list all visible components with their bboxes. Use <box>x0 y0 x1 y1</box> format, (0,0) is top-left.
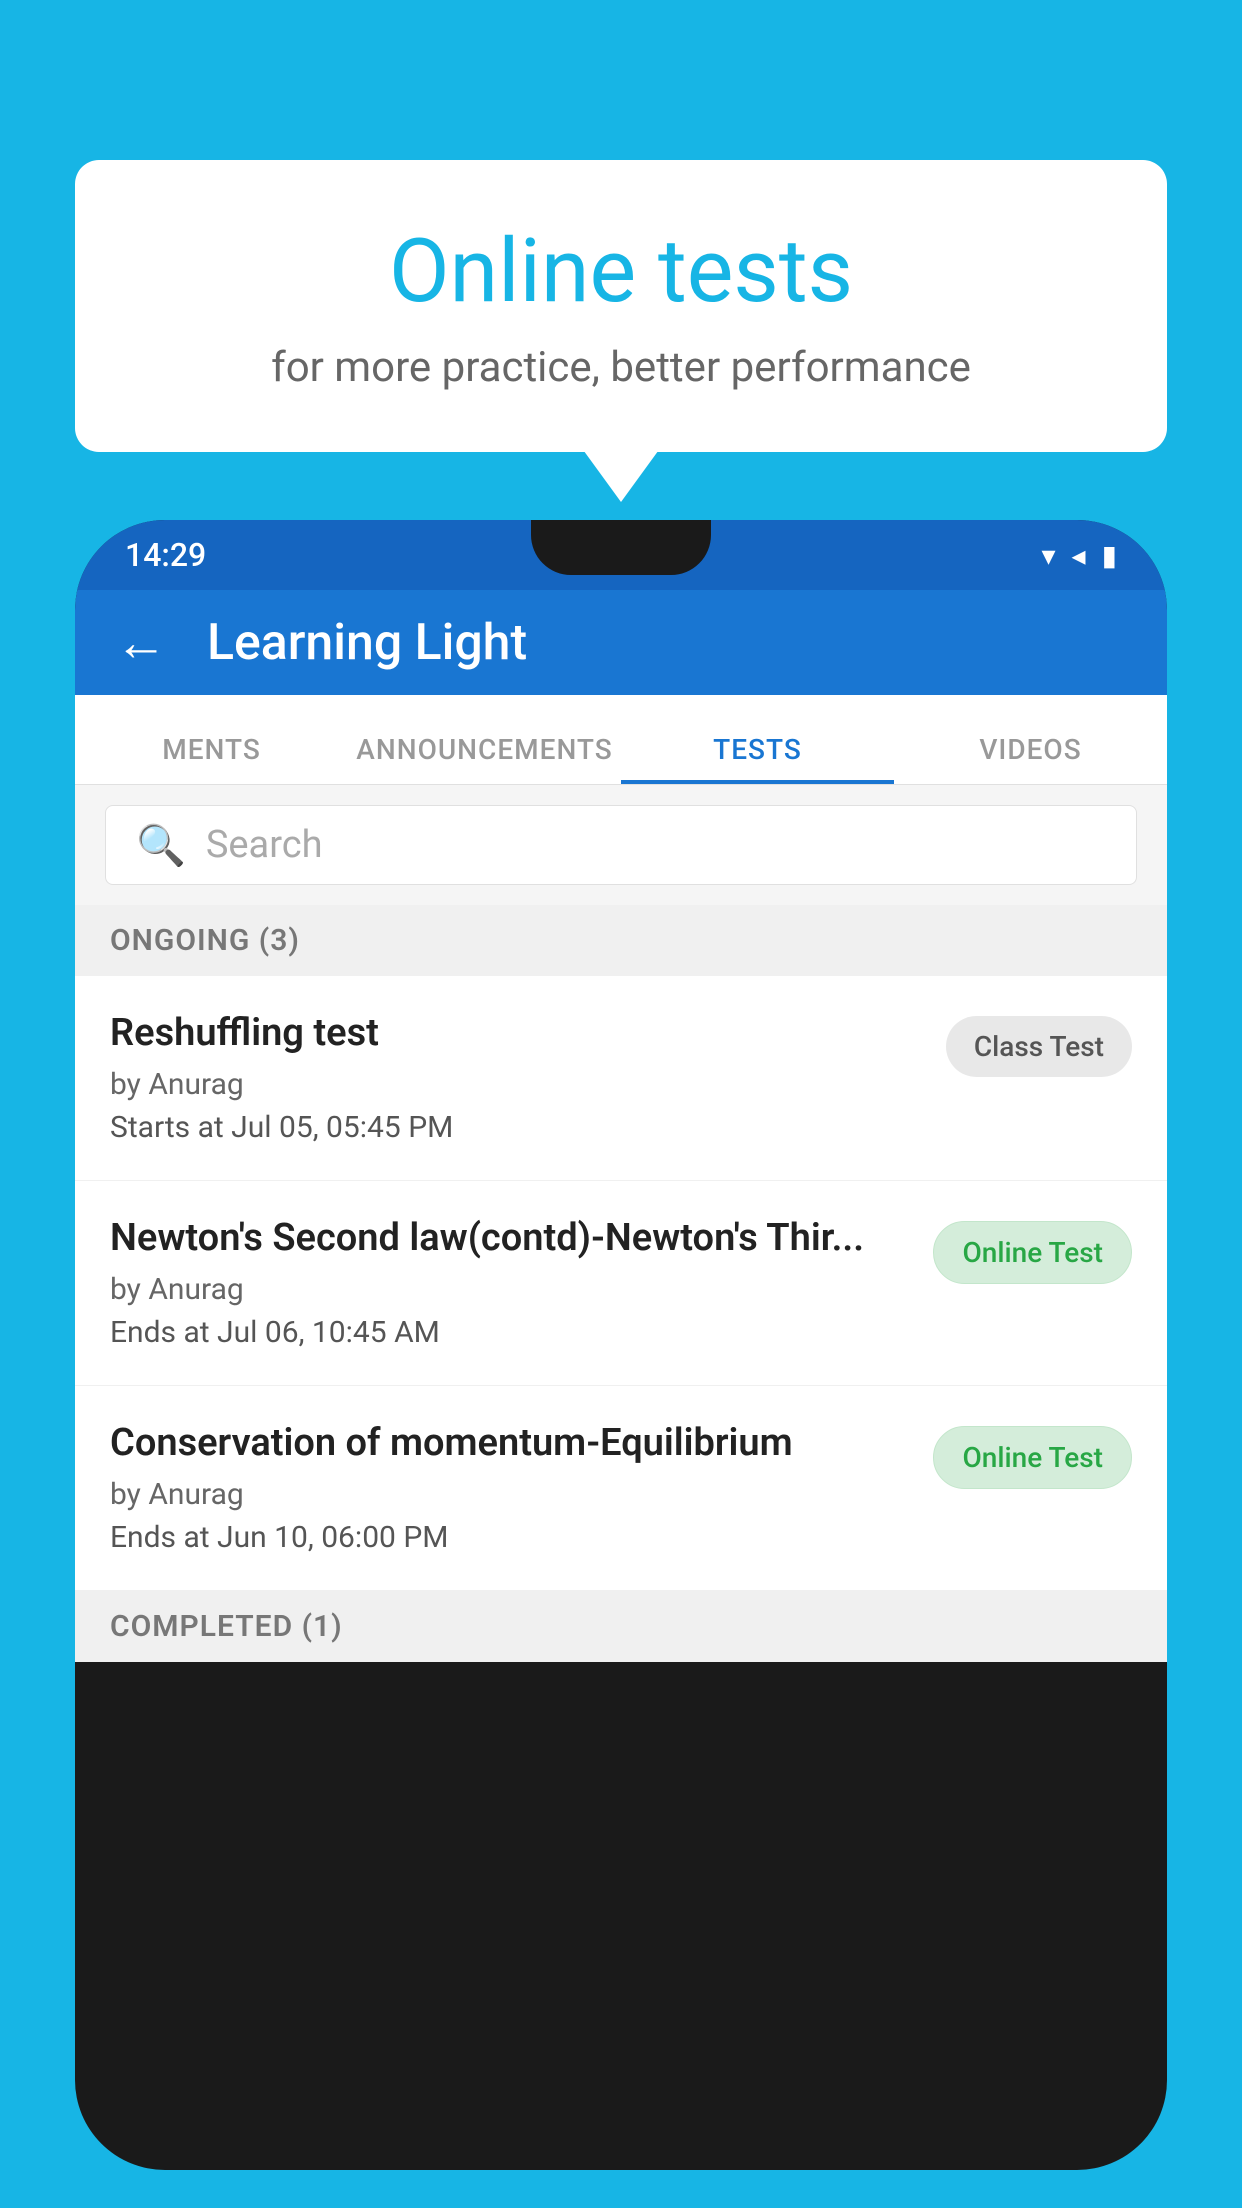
search-icon: 🔍 <box>136 822 186 869</box>
search-container: 🔍 Search <box>75 785 1167 905</box>
test-list: Reshuffling test by Anurag Starts at Jul… <box>75 976 1167 1591</box>
wifi-icon: ▾ <box>1041 539 1055 572</box>
search-input[interactable]: Search <box>206 823 323 867</box>
app-bar: ← Learning Light <box>75 590 1167 695</box>
test-author-1: by Anurag <box>110 1067 926 1102</box>
status-time: 14:29 <box>125 536 206 574</box>
tab-assignments[interactable]: MENTS <box>75 733 348 784</box>
test-item-1[interactable]: Reshuffling test by Anurag Starts at Jul… <box>75 976 1167 1181</box>
signal-icon: ◂ <box>1072 539 1086 572</box>
battery-icon: ▮ <box>1102 539 1117 572</box>
speech-bubble: Online tests for more practice, better p… <box>75 160 1167 452</box>
test-badge-1: Class Test <box>946 1016 1132 1077</box>
bubble-title: Online tests <box>155 220 1087 323</box>
phone-bottom-bezel <box>75 1662 1167 1717</box>
test-date-3: Ends at Jun 10, 06:00 PM <box>110 1520 913 1555</box>
tab-announcements[interactable]: ANNOUNCEMENTS <box>348 733 621 784</box>
test-name-3: Conservation of momentum-Equilibrium <box>110 1421 913 1465</box>
test-info-1: Reshuffling test by Anurag Starts at Jul… <box>110 1011 946 1145</box>
phone-wrapper: 14:29 ▾ ◂ ▮ ← Learning Light MENTS ANNOU… <box>75 520 1167 2208</box>
speech-bubble-section: Online tests for more practice, better p… <box>75 160 1167 452</box>
test-info-2: Newton's Second law(contd)-Newton's Thir… <box>110 1216 933 1350</box>
tab-tests[interactable]: TESTS <box>621 733 894 784</box>
test-date-2: Ends at Jul 06, 10:45 AM <box>110 1315 913 1350</box>
back-button[interactable]: ← <box>115 612 167 673</box>
test-item-3[interactable]: Conservation of momentum-Equilibrium by … <box>75 1386 1167 1591</box>
test-author-2: by Anurag <box>110 1272 913 1307</box>
completed-section-header: COMPLETED (1) <box>75 1591 1167 1662</box>
bubble-subtitle: for more practice, better performance <box>155 343 1087 392</box>
test-date-1: Starts at Jul 05, 05:45 PM <box>110 1110 926 1145</box>
test-info-3: Conservation of momentum-Equilibrium by … <box>110 1421 933 1555</box>
completed-label: COMPLETED (1) <box>110 1609 343 1644</box>
status-icons: ▾ ◂ ▮ <box>1041 539 1117 572</box>
test-badge-2: Online Test <box>933 1221 1132 1284</box>
phone-frame: 14:29 ▾ ◂ ▮ ← Learning Light MENTS ANNOU… <box>75 520 1167 2170</box>
phone-notch <box>531 520 711 575</box>
tab-bar: MENTS ANNOUNCEMENTS TESTS VIDEOS <box>75 695 1167 785</box>
test-name-1: Reshuffling test <box>110 1011 926 1055</box>
test-author-3: by Anurag <box>110 1477 913 1512</box>
app-title: Learning Light <box>207 614 527 672</box>
ongoing-label: ONGOING (3) <box>110 923 300 958</box>
test-item-2[interactable]: Newton's Second law(contd)-Newton's Thir… <box>75 1181 1167 1386</box>
tab-videos[interactable]: VIDEOS <box>894 733 1167 784</box>
ongoing-section-header: ONGOING (3) <box>75 905 1167 976</box>
search-bar[interactable]: 🔍 Search <box>105 805 1137 885</box>
test-name-2: Newton's Second law(contd)-Newton's Thir… <box>110 1216 913 1260</box>
test-badge-3: Online Test <box>933 1426 1132 1489</box>
